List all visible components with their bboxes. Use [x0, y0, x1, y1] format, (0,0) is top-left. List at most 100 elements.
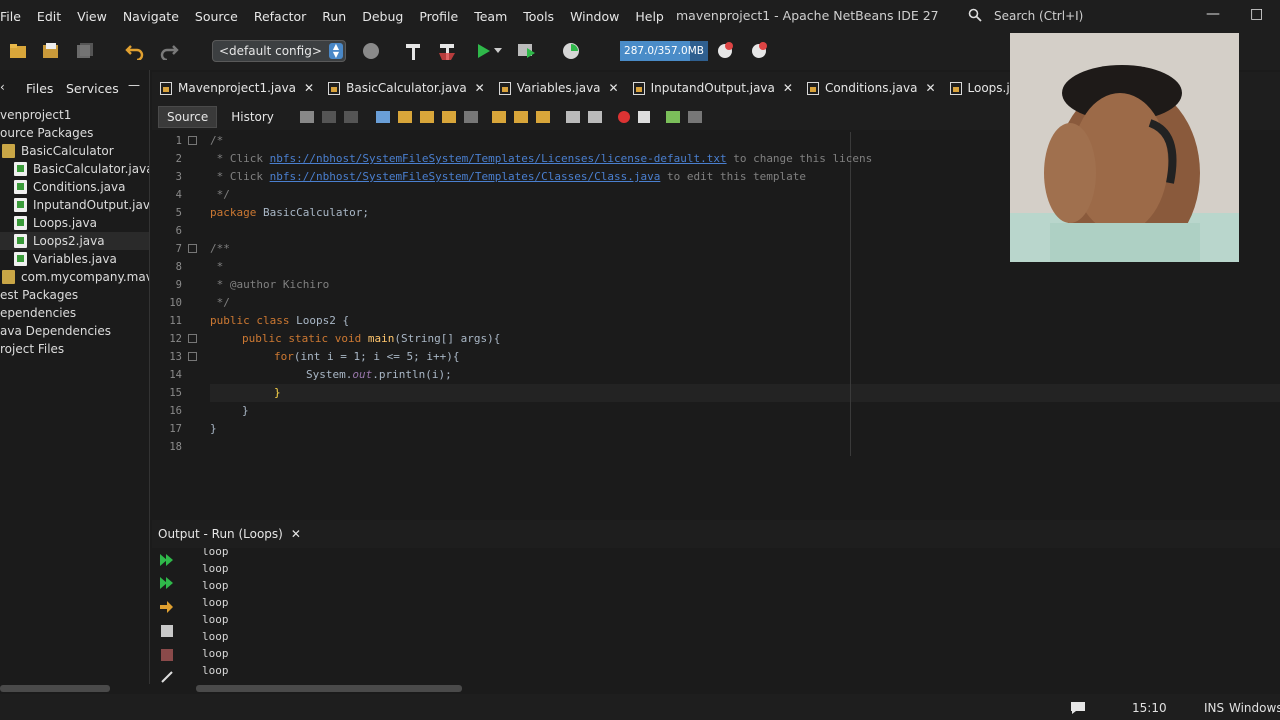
undo-icon[interactable]: [124, 40, 146, 62]
find-icon[interactable]: [375, 111, 390, 123]
tree-item[interactable]: Conditions.java: [0, 178, 149, 196]
shift-right-icon[interactable]: [587, 111, 602, 123]
close-icon[interactable]: ✕: [475, 81, 485, 95]
find-prev-icon[interactable]: [397, 111, 412, 123]
rerun-with-params-icon[interactable]: [160, 576, 174, 590]
tree-item[interactable]: com.mycompany.maven: [0, 268, 149, 286]
continue-icon[interactable]: [160, 600, 174, 614]
profiler-snapshot-icon[interactable]: [748, 40, 770, 62]
next-bookmark-icon[interactable]: [513, 111, 528, 123]
selection-icon[interactable]: [463, 111, 478, 123]
close-icon[interactable]: ✕: [609, 81, 619, 95]
output-console[interactable]: loop loop loop loop loop loop loop loop: [152, 548, 1280, 684]
toggle-bookmark-icon[interactable]: [535, 111, 550, 123]
editor-tab[interactable]: BasicCalculator.java ✕: [320, 72, 491, 104]
tree-item[interactable]: Loops2.java: [0, 232, 149, 250]
debug-icon[interactable]: [516, 40, 538, 62]
tab-files[interactable]: Files: [26, 81, 53, 96]
menu-source[interactable]: Source: [187, 9, 246, 24]
tree-item[interactable]: est Packages: [0, 286, 149, 304]
history-tab[interactable]: History: [223, 106, 282, 128]
clean-build-icon[interactable]: [436, 40, 458, 62]
editor-tab[interactable]: Conditions.java ✕: [799, 72, 942, 104]
minimize-panel-icon[interactable]: —: [128, 78, 140, 92]
shift-left-icon[interactable]: [565, 111, 580, 123]
search-box[interactable]: Search (Ctrl+I): [968, 6, 1178, 26]
source-tab[interactable]: Source: [158, 106, 218, 128]
maximize-icon[interactable]: □: [1250, 6, 1263, 22]
panel-nav-left-icon[interactable]: ‹: [0, 80, 5, 94]
globe-icon[interactable]: [360, 40, 382, 62]
start-macro-icon[interactable]: [617, 111, 630, 123]
panel-scrollbar[interactable]: [0, 685, 110, 692]
tree-item[interactable]: roject Files: [0, 340, 149, 358]
menu-edit[interactable]: Edit: [29, 9, 69, 24]
license-link[interactable]: nbfs://nbhost/SystemFileSystem/Templates…: [270, 152, 727, 165]
fold-toggle-icon[interactable]: [188, 334, 197, 343]
stop-macro-icon[interactable]: [637, 111, 650, 123]
back-icon[interactable]: [321, 111, 336, 123]
close-icon[interactable]: ✕: [925, 81, 935, 95]
menu-debug[interactable]: Debug: [354, 9, 411, 24]
memory-indicator[interactable]: 287.0/357.0MB: [620, 41, 708, 61]
tree-item[interactable]: ava Dependencies: [0, 322, 149, 340]
template-link[interactable]: nbfs://nbhost/SystemFileSystem/Templates…: [270, 170, 661, 183]
minimize-icon[interactable]: —: [1206, 6, 1220, 22]
new-project-icon[interactable]: [8, 40, 30, 62]
find-next-icon[interactable]: [419, 111, 434, 123]
menu-help[interactable]: Help: [627, 9, 672, 24]
gc-icon[interactable]: [714, 40, 736, 62]
prev-bookmark-icon[interactable]: [491, 111, 506, 123]
run-icon[interactable]: [472, 40, 494, 62]
redo-icon[interactable]: [158, 40, 180, 62]
menu-navigate[interactable]: Navigate: [115, 9, 187, 24]
close-icon[interactable]: ✕: [291, 527, 301, 541]
menu-run[interactable]: Run: [314, 9, 354, 24]
tree-item[interactable]: Variables.java: [0, 250, 149, 268]
config-dropdown[interactable]: <default config> ▲ ▼: [212, 40, 346, 62]
menu-refactor[interactable]: Refactor: [246, 9, 314, 24]
fold-toggle-icon[interactable]: [188, 352, 197, 361]
uncomment-icon[interactable]: [687, 111, 702, 123]
tab-services[interactable]: Services: [66, 81, 119, 96]
settings-icon[interactable]: [160, 624, 174, 638]
editor-tab[interactable]: Mavenproject1.java ✕: [152, 72, 320, 104]
new-file-icon[interactable]: [40, 40, 62, 62]
pin-icon[interactable]: [160, 670, 174, 684]
run-dropdown-icon[interactable]: [492, 40, 504, 62]
save-all-icon[interactable]: [74, 40, 96, 62]
output-tab[interactable]: Output - Run (Loops) ✕: [152, 527, 307, 541]
last-edit-icon[interactable]: [299, 111, 314, 123]
tree-item[interactable]: InputandOutput.java: [0, 196, 149, 214]
menu-view[interactable]: View: [69, 9, 115, 24]
fold-toggle-icon[interactable]: [188, 244, 197, 253]
menu-window[interactable]: Window: [562, 9, 627, 24]
close-icon[interactable]: ✕: [783, 81, 793, 95]
forward-icon[interactable]: [343, 111, 358, 123]
editor-tab[interactable]: InputandOutput.java ✕: [625, 72, 799, 104]
tree-item[interactable]: ource Packages: [0, 124, 149, 142]
menu-profile[interactable]: Profile: [411, 9, 466, 24]
stop-icon[interactable]: [160, 648, 174, 662]
fold-toggle-icon[interactable]: [188, 136, 197, 145]
menu-tools[interactable]: Tools: [515, 9, 562, 24]
close-icon[interactable]: ✕: [304, 81, 314, 95]
output-horizontal-scrollbar[interactable]: [196, 685, 462, 692]
build-hammer-icon[interactable]: [402, 40, 424, 62]
toggle-highlight-icon[interactable]: [441, 111, 456, 123]
profile-icon[interactable]: [560, 40, 582, 62]
rerun-icon[interactable]: [160, 553, 174, 567]
code-text: Loops2 {: [289, 314, 350, 327]
tree-item[interactable]: Loops.java: [0, 214, 149, 232]
tree-item[interactable]: ependencies: [0, 304, 149, 322]
tree-item[interactable]: venproject1: [0, 106, 149, 124]
tree-item[interactable]: BasicCalculator.java: [0, 160, 149, 178]
menu-file[interactable]: File: [0, 9, 29, 24]
menu-team[interactable]: Team: [466, 9, 515, 24]
code-line-11: public class Loops2 {: [210, 312, 349, 330]
line-number: 10: [169, 297, 182, 309]
tree-item[interactable]: BasicCalculator: [0, 142, 149, 160]
editor-tab[interactable]: Variables.java ✕: [491, 72, 625, 104]
notifications-icon[interactable]: [1070, 701, 1086, 718]
comment-icon[interactable]: [665, 111, 680, 123]
